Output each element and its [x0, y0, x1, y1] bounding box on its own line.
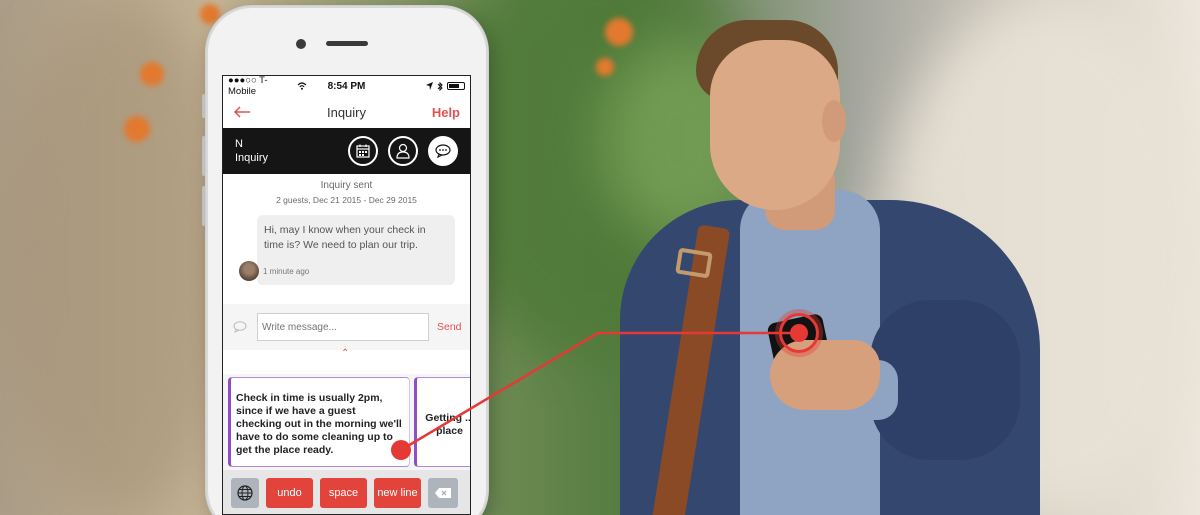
conversation-header: N Inquiry [223, 128, 470, 174]
wifi-icon [297, 82, 307, 90]
inquiry-status: Inquiry sent [320, 180, 373, 191]
suggestion-carousel: Check in time is usually 2pm, since if w… [223, 374, 470, 470]
chat-bubble-icon [233, 321, 247, 333]
man-with-phone-photo [560, 0, 1080, 515]
target-marker [779, 313, 819, 353]
status-bar: ●●●○○ T-Mobile 8:54 PM [223, 75, 470, 97]
battery-icon [447, 82, 465, 90]
suggestion-card[interactable]: Getting ... place [414, 377, 470, 467]
message-text: Hi, may I know when your check in time i… [264, 224, 426, 251]
space-key[interactable]: space [320, 478, 367, 508]
connector-start-dot [391, 440, 411, 460]
globe-icon [237, 485, 253, 501]
avatar [239, 261, 259, 281]
screen-title: Inquiry [326, 104, 367, 120]
compose-bar: Send [223, 304, 470, 350]
phone-screen: ●●●○○ T-Mobile 8:54 PM Inquiry Help N In… [222, 75, 471, 515]
inquiry-details: 2 guests, Dec 21 2015 - Dec 29 2015 [276, 195, 417, 205]
keyboard-toolbar: undo space new line [223, 470, 470, 514]
earpiece-speaker [326, 41, 368, 46]
back-button[interactable] [233, 102, 273, 123]
delete-key[interactable] [428, 478, 458, 508]
send-button[interactable]: Send [437, 321, 462, 333]
profile-icon [396, 143, 410, 159]
help-button[interactable]: Help [420, 105, 460, 120]
message-timestamp: 1 minute ago [263, 266, 310, 276]
globe-key[interactable] [231, 478, 259, 508]
clock: 8:54 PM [327, 80, 366, 92]
carrier-label: ●●●○○ T-Mobile [228, 75, 268, 97]
new-line-key[interactable]: new line [374, 478, 421, 508]
chevron-up-icon[interactable]: ⌃ [341, 348, 349, 359]
message-input[interactable] [257, 313, 429, 341]
profile-button[interactable] [388, 136, 418, 166]
message-bubble: Hi, may I know when your check in time i… [239, 215, 455, 285]
message-button[interactable] [428, 136, 458, 166]
suggestion-card[interactable]: Check in time is usually 2pm, since if w… [228, 377, 410, 467]
location-icon [426, 82, 433, 90]
bluetooth-icon [437, 81, 443, 91]
front-camera [296, 39, 306, 49]
navigation-bar: Inquiry Help [223, 96, 470, 128]
calendar-button[interactable] [348, 136, 378, 166]
backspace-icon [435, 488, 451, 498]
message-icon [435, 144, 451, 158]
undo-key[interactable]: undo [266, 478, 313, 508]
carrier: ●●●○○ T-Mobile [228, 75, 307, 97]
arrow-left-icon [233, 105, 250, 118]
guest-name: N [235, 138, 243, 150]
calendar-icon [356, 144, 370, 158]
conversation-type: Inquiry [235, 152, 269, 164]
